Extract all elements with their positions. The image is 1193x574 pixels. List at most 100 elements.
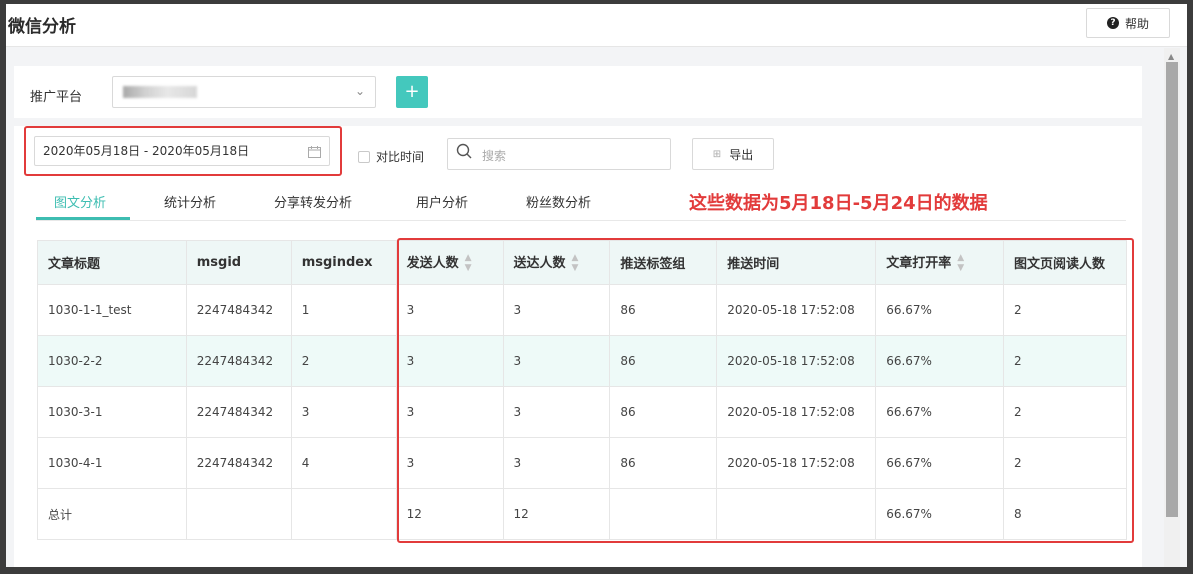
data-table: 文章标题 msgid msgindex 发送人数 ▲ ▼ 送达人数 ▲ ▼ 推送标签组 … [37,240,1127,540]
table-total-row: 总计 12 12 66.67% 8 [37,488,1127,540]
table-row: 1030-3-1 2247484342 3 3 3 86 2020-05-18 … [37,386,1127,438]
search-icon [456,143,472,159]
date-range-input[interactable]: 2020年05月18日 - 2020年05月18日 [34,136,330,166]
table-cell: 2020-05-18 17:52:08 [716,284,877,336]
top-bar: 微信分析 ? 帮助 [6,4,1187,47]
question-icon: ? [1106,17,1119,29]
app-frame: 微信分析 ? 帮助 推广平台 ⌄ + 2020年05月18日 - 2020年05… [6,4,1187,567]
table-cell: 4 [290,437,397,489]
compare-time-toggle[interactable]: 对比时间 [358,148,424,165]
column-header: 推送标签组 [609,240,718,285]
date-range-value: 2020年05月18日 - 2020年05月18日 [43,144,250,158]
annotation-text: 这些数据为5月18日-5月24日的数据 [689,193,988,214]
redacted-platform-value [123,86,197,98]
column-header[interactable]: 发送人数 ▲ ▼ [395,240,504,285]
compare-label: 对比时间 [376,150,425,164]
table-cell: 86 [609,437,718,489]
column-header[interactable]: 送达人数 ▲ ▼ [502,240,611,285]
table-cell: 2 [1003,437,1127,489]
active-tab-indicator [36,217,130,220]
column-header: 文章标题 [37,240,187,285]
sort-icon[interactable]: ▲ ▼ [572,253,579,273]
table-cell [290,488,397,540]
chevron-down-icon: ⌄ [354,84,365,98]
table-cell: 3 [395,437,504,489]
platform-select[interactable]: ⌄ [112,76,376,108]
table-cell: 66.67% [875,437,1005,489]
export-icon: ⊞ [712,148,722,160]
sort-icon[interactable]: ▲ ▼ [465,253,472,273]
table-cell: 2 [290,335,397,387]
tab-user-analysis[interactable]: 用户分析 [416,192,468,211]
help-button[interactable]: ? 帮助 [1086,8,1170,38]
table-cell: 3 [395,284,504,336]
table-cell: 86 [609,335,718,387]
column-header: 推送时间 [716,240,877,285]
analysis-panel: 2020年05月18日 - 2020年05月18日 对比时间 搜索 ⊞ 导出 图… [14,126,1142,567]
table-cell: 86 [609,284,718,336]
table-cell: 2 [1003,284,1127,336]
column-header: msgid [185,240,292,285]
table-cell: 3 [502,335,611,387]
calendar-icon [308,137,321,165]
table-cell [716,488,877,540]
table-cell [609,488,718,540]
table-cell: 3 [502,284,611,336]
column-header[interactable]: 文章打开率 ▲ ▼ [875,240,1005,285]
table-cell: 2247484342 [185,437,292,489]
export-label: 导出 [729,147,754,162]
table-cell: 2 [1003,335,1127,387]
scroll-up-icon[interactable]: ▲ [1168,52,1174,61]
table-row: 1030-2-2 2247484342 2 3 3 86 2020-05-18 … [37,335,1127,387]
table-cell: 66.67% [875,284,1005,336]
table-cell: 3 [502,437,611,489]
tab-article-analysis[interactable]: 图文分析 [54,192,106,211]
page-title: 微信分析 [8,17,76,37]
table-header-row: 文章标题 msgid msgindex 发送人数 ▲ ▼ 送达人数 ▲ ▼ 推送标签组 … [37,240,1127,285]
data-table-container: 文章标题 msgid msgindex 发送人数 ▲ ▼ 送达人数 ▲ ▼ 推送标签组 … [37,240,1127,567]
search-placeholder: 搜索 [482,149,507,163]
table-row: 1030-1-1_test 2247484342 1 3 3 86 2020-0… [37,284,1127,336]
tab-share-analysis[interactable]: 分享转发分析 [274,192,352,211]
column-header: msgindex [290,240,397,285]
table-row: 1030-4-1 2247484342 4 3 3 86 2020-05-18 … [37,437,1127,489]
add-platform-button[interactable]: + [396,76,428,108]
table-cell: 66.67% [875,335,1005,387]
table-cell: 2247484342 [185,284,292,336]
table-cell: 66.67% [875,488,1005,540]
table-cell: 12 [395,488,504,540]
search-input[interactable]: 搜索 [447,138,671,170]
compare-checkbox[interactable] [358,150,370,163]
date-highlight-box: 2020年05月18日 - 2020年05月18日 [24,126,342,176]
platform-label: 推广平台 [30,90,83,105]
table-cell: 1030-2-2 [37,335,187,387]
table-cell: 3 [502,386,611,438]
table-cell: 86 [609,386,718,438]
scrollbar-thumb[interactable] [1166,62,1178,517]
column-header: 图文页阅读人数 [1003,240,1127,285]
table-cell: 1030-1-1_test [37,284,187,336]
table-cell: 2020-05-18 17:52:08 [716,437,877,489]
table-cell: 66.67% [875,386,1005,438]
export-button[interactable]: ⊞ 导出 [692,138,774,170]
table-cell: 1030-3-1 [37,386,187,438]
tab-statistics-analysis[interactable]: 统计分析 [164,192,216,211]
table-cell: 1 [290,284,397,336]
table-cell: 3 [290,386,397,438]
table-cell: 3 [395,335,504,387]
table-cell: 12 [502,488,611,540]
table-cell: 8 [1003,488,1127,540]
platform-panel: 推广平台 ⌄ + [14,66,1142,118]
sort-icon[interactable]: ▲ ▼ [957,253,964,273]
table-cell: 1030-4-1 [37,437,187,489]
vertical-scrollbar[interactable]: ▲ [1164,48,1180,567]
table-cell: 3 [395,386,504,438]
tab-fans-analysis[interactable]: 粉丝数分析 [526,192,591,211]
table-cell [185,488,292,540]
table-cell: 2 [1003,386,1127,438]
table-cell: 2020-05-18 17:52:08 [716,335,877,387]
table-cell: 2247484342 [185,335,292,387]
help-label: 帮助 [1124,16,1149,31]
table-cell: 2247484342 [185,386,292,438]
table-cell: 2020-05-18 17:52:08 [716,386,877,438]
